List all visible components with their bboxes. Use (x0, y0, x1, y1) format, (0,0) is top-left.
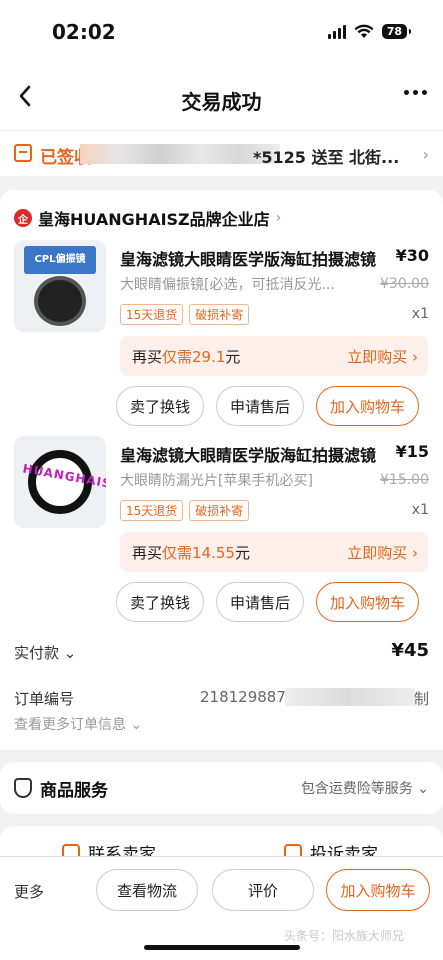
service-title: 商品服务 (40, 781, 108, 801)
tag-return: 15天退货 (120, 304, 184, 325)
redacted-address (80, 144, 280, 164)
page-title: 交易成功 (181, 90, 262, 114)
rebuy-price: 仅需29.1 (162, 348, 226, 366)
more-button[interactable]: 更多 (14, 881, 44, 902)
status-time: 02:02 (52, 20, 116, 44)
service-icon (14, 778, 32, 798)
order-number: 218129887 (200, 688, 286, 706)
product-image[interactable]: CPL偏振镜 (14, 240, 106, 332)
tag-return: 15天退货 (120, 500, 184, 521)
shop-row[interactable]: 企 皇海HUANGHAISZ品牌企业店 › (14, 206, 281, 230)
product-box-label: CPL偏振镜 (24, 246, 96, 274)
watermark: 头条号：阳水族大师兄 (284, 929, 405, 943)
item-actions: 卖了换钱 申请售后 加入购物车 (116, 582, 420, 622)
after-sales-button[interactable]: 申请售后 (216, 386, 305, 426)
rebuy-banner[interactable]: 再买仅需14.55元 立即购买 › (120, 532, 428, 572)
buy-now-button[interactable]: 立即购买 › (347, 542, 418, 563)
item-quantity: x1 (411, 306, 429, 322)
view-logistics-button[interactable]: 查看物流 (96, 869, 198, 911)
truck-icon (14, 144, 32, 162)
shop-name: 皇海HUANGHAISZ品牌企业店 (38, 210, 270, 229)
item-price: ¥30 (395, 246, 429, 265)
service-info: 包含运费险等服务 ⌄ (300, 781, 429, 797)
item-spec: 大眼睛偏振镜[必选，可抵消反光... (120, 277, 335, 293)
chevron-right-icon: › (422, 145, 429, 164)
add-to-cart-button[interactable]: 加入购物车 (316, 582, 420, 622)
item-title[interactable]: 皇海滤镜大眼睛医学版海缸拍摄滤镜 (120, 246, 390, 270)
service-tags: 15天退货 破损补寄 (120, 304, 250, 325)
order-card: 企 皇海HUANGHAISZ品牌企业店 › CPL偏振镜 皇海滤镜大眼睛医学版海… (0, 190, 443, 750)
more-order-info-link[interactable]: 查看更多订单信息 ⌄ (14, 714, 142, 734)
lens-graphic (34, 276, 86, 326)
rebuy-text: 再买仅需29.1元 (132, 346, 240, 367)
add-to-cart-button[interactable]: 加入购物车 (326, 869, 430, 911)
payment-label[interactable]: 实付款 ⌄ (14, 642, 76, 663)
home-indicator[interactable] (144, 945, 300, 950)
redacted-order-number (285, 688, 415, 706)
buy-now-button[interactable]: 立即购买 › (347, 346, 418, 367)
product-image[interactable]: HUANGHAISZ (14, 436, 106, 528)
tag-damage: 破损补寄 (189, 304, 250, 325)
review-button[interactable]: 评价 (212, 869, 314, 911)
item-spec: 大眼睛防漏光片[苹果手机必买] (120, 473, 313, 489)
rebuy-suffix: 元 (234, 544, 250, 562)
battery-icon: 78 (381, 24, 412, 39)
add-to-cart-button[interactable]: 加入购物车 (316, 386, 420, 426)
more-icon[interactable] (404, 90, 427, 95)
service-section[interactable]: 商品服务 包含运费险等服务 ⌄ (0, 762, 443, 814)
rebuy-price: 仅需14.55 (162, 544, 235, 562)
service-tags: 15天退货 破损补寄 (120, 500, 250, 521)
copy-button[interactable]: 制 (414, 688, 429, 709)
item-original-price: ¥15.00 (380, 472, 429, 488)
item-title[interactable]: 皇海滤镜大眼睛医学版海缸拍摄滤镜 (120, 442, 390, 466)
chevron-right-icon: › (275, 210, 282, 226)
rebuy-prefix: 再买 (132, 544, 163, 562)
item-actions: 卖了换钱 申请售后 加入购物车 (116, 386, 420, 426)
rebuy-suffix: 元 (225, 348, 241, 366)
resell-button[interactable]: 卖了换钱 (116, 386, 205, 426)
logistics-destination: *5125 送至 北街... (253, 148, 400, 167)
status-bar: 02:02 78 (0, 0, 443, 64)
after-sales-button[interactable]: 申请售后 (216, 582, 305, 622)
resell-button[interactable]: 卖了换钱 (116, 582, 205, 622)
nav-bar: 交易成功 (0, 64, 443, 130)
logistics-row[interactable]: 已签收 *5125 送至 北街... › (0, 130, 443, 176)
order-number-label: 订单编号 (14, 690, 75, 708)
item-original-price: ¥30.00 (380, 276, 429, 292)
shop-icon: 企 (14, 209, 32, 227)
signal-icon (327, 24, 346, 39)
item-quantity: x1 (411, 502, 429, 518)
bottom-action-bar: 更多 查看物流 评价 加入购物车 头条号：阳水族大师兄 (0, 856, 443, 960)
rebuy-text: 再买仅需14.55元 (132, 542, 250, 563)
rebuy-prefix: 再买 (132, 348, 163, 366)
status-icons: 78 (327, 24, 412, 39)
item-price: ¥15 (395, 442, 429, 461)
rebuy-banner[interactable]: 再买仅需29.1元 立即购买 › (120, 336, 428, 376)
wifi-icon (354, 24, 374, 38)
tag-damage: 破损补寄 (189, 500, 250, 521)
payment-amount: ¥45 (391, 640, 429, 661)
